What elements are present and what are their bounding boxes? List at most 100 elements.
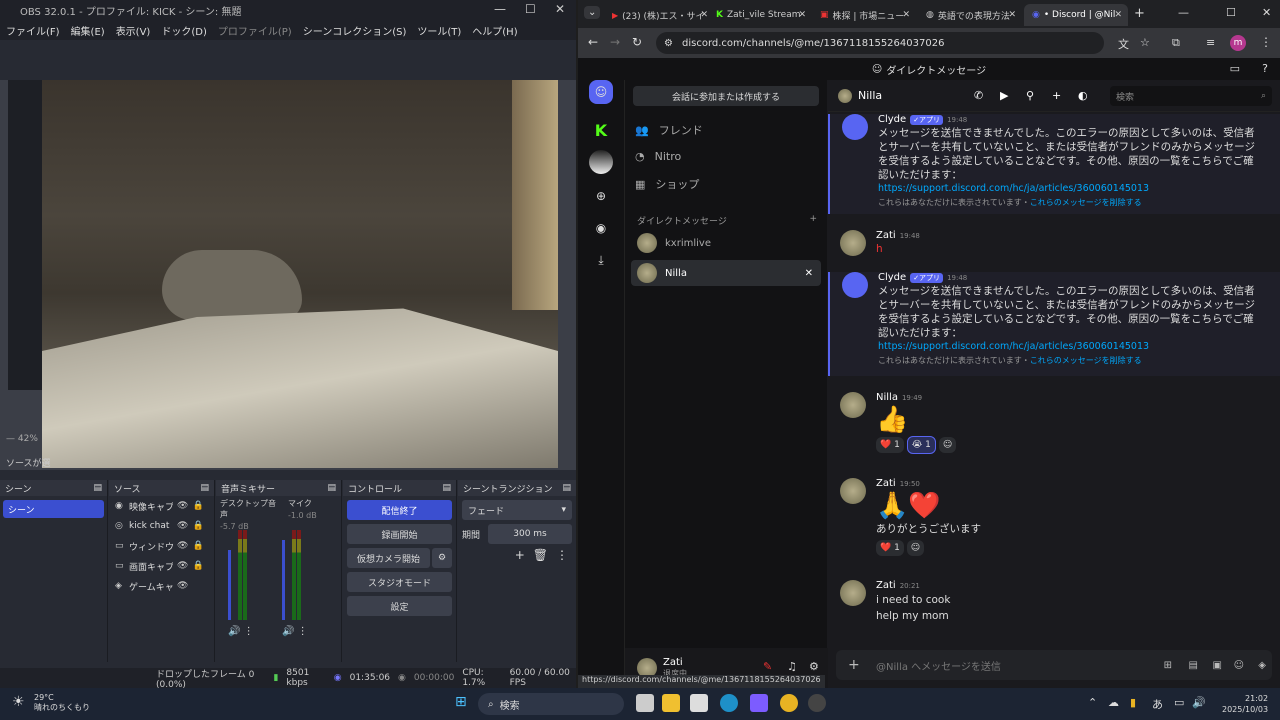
menu-file[interactable]: ファイル(F) — [6, 23, 60, 38]
source-item[interactable]: ▭画面キャプチ👁🔒 — [109, 556, 214, 576]
mic-icon[interactable]: ▮ — [1130, 696, 1136, 709]
lock-icon[interactable]: 🔒 — [192, 501, 203, 511]
scene-item[interactable]: シーン — [3, 500, 104, 518]
message-input[interactable]: + @Nilla へメッセージを送信 ⊞ ▤ ▣ ☺ ◈ — [836, 650, 1272, 680]
network-icon[interactable]: ▭ — [1174, 696, 1184, 709]
tab-kick[interactable]: K Zati_vile Stream ✕ — [708, 4, 812, 26]
url-input[interactable]: ⚙ discord.com/channels/@me/1367118155264… — [656, 32, 1104, 54]
more-icon[interactable]: ⋮ — [1260, 35, 1272, 49]
help-icon[interactable]: ? — [1262, 62, 1268, 75]
eye-icon[interactable]: 👁 — [177, 541, 188, 551]
dock-menu-icon[interactable]: ▤ — [562, 483, 571, 493]
tab-english[interactable]: ◍ 英語での表現方法 ✕ — [918, 4, 1022, 26]
nav-shop[interactable]: ▦ ショップ — [635, 176, 699, 192]
cloud-icon[interactable]: ☁ — [1108, 696, 1119, 709]
menu-profile[interactable]: プロファイル(P) — [218, 23, 292, 38]
gift-icon[interactable]: ⊞ — [1164, 660, 1172, 671]
weather-widget[interactable]: 29°C 晴れのちくもり — [34, 693, 90, 713]
lock-icon[interactable]: 🔒 — [192, 561, 203, 571]
menu-scene-collection[interactable]: シーンコレクション(S) — [303, 23, 407, 38]
star-icon[interactable]: ☆ — [1140, 36, 1150, 49]
speaker-icon[interactable]: 🔊 ⋮ — [282, 626, 308, 637]
add-icon[interactable]: + — [515, 548, 525, 562]
close-icon[interactable]: ✕ — [1262, 6, 1271, 19]
volume-fader[interactable] — [282, 540, 285, 620]
dm-item[interactable]: kxrimlive — [631, 230, 821, 256]
discover-icon[interactable]: ◉ — [589, 216, 613, 240]
add-reaction-icon[interactable]: ☺ — [938, 437, 957, 453]
start-virtual-camera-button[interactable]: 仮想カメラ開始 — [347, 548, 430, 568]
gif-icon[interactable]: ▤ — [1189, 660, 1198, 671]
add-reaction-icon[interactable]: ☺ — [906, 540, 925, 556]
minimize-icon[interactable]: — — [1178, 6, 1189, 19]
obs-icon[interactable] — [808, 694, 826, 712]
reaction[interactable]: ❤️ 1 — [876, 540, 904, 556]
taskbar-search[interactable]: ⌕ 検索 — [478, 693, 624, 715]
transition-select[interactable]: フェード ▾ — [462, 500, 572, 520]
ime-indicator[interactable]: あ — [1152, 696, 1163, 712]
support-link[interactable]: https://support.discord.com/hc/ja/articl… — [878, 340, 1258, 354]
tab-youtube[interactable]: ▶ (23) (株)エス・サイ ✕ — [604, 4, 714, 26]
eye-icon[interactable]: 👁 — [177, 521, 188, 531]
nav-nitro[interactable]: ◔ Nitro — [635, 150, 681, 163]
source-item[interactable]: ◈ゲームキャプチ👁 — [109, 576, 214, 596]
profile-icon[interactable]: ◐ — [1078, 89, 1088, 102]
chrome-icon[interactable] — [780, 694, 798, 712]
dm-item[interactable]: Nilla ✕ — [631, 260, 821, 286]
find-conversation-button[interactable]: 会話に参加または作成する — [633, 86, 819, 106]
studio-mode-button[interactable]: スタジオモード — [347, 572, 452, 592]
menu-tools[interactable]: ツール(T) — [417, 23, 461, 38]
file-explorer-icon[interactable] — [662, 694, 680, 712]
delete-messages-link[interactable]: これらのメッセージを削除する — [1030, 198, 1142, 207]
menu-help[interactable]: ヘルプ(H) — [472, 23, 517, 38]
add-dm-icon[interactable]: + — [809, 214, 817, 224]
add-friend-icon[interactable]: + — [1052, 89, 1061, 102]
eye-icon[interactable]: 👁 — [177, 581, 188, 591]
source-item[interactable]: ▭ウィンドウキャ👁🔒 — [109, 536, 214, 556]
clock[interactable]: 21:02 2025/10/03 — [1222, 693, 1268, 715]
maximize-icon[interactable]: ☐ — [1226, 6, 1236, 19]
tab-search-icon[interactable]: ⌄ — [584, 6, 601, 19]
search-input[interactable]: 検索 ⌕ — [1110, 86, 1272, 106]
sticker-icon[interactable]: ▣ — [1213, 660, 1222, 671]
menu-dock[interactable]: ドック(D) — [161, 23, 207, 38]
more-icon[interactable]: ⋮ — [556, 548, 568, 562]
trash-icon[interactable]: 🗑 — [533, 548, 548, 562]
add-attachment-icon[interactable]: + — [848, 657, 860, 673]
speaker-icon[interactable]: 🔊 ⋮ — [228, 626, 254, 637]
camera-preview[interactable] — [42, 80, 558, 468]
back-icon[interactable]: ← — [588, 35, 598, 49]
dock-menu-icon[interactable]: ▤ — [327, 483, 336, 493]
nav-friends[interactable]: 👥 フレンド — [635, 122, 703, 138]
start-recording-button[interactable]: 録画開始 — [347, 524, 452, 544]
dock-menu-icon[interactable]: ▤ — [200, 483, 209, 493]
maximize-icon[interactable]: ☐ — [525, 2, 536, 16]
media-icon[interactable]: ≡ — [1206, 36, 1215, 49]
gear-icon[interactable]: ⚙ — [432, 548, 452, 568]
weather-icon[interactable]: ☀ — [12, 694, 25, 710]
reaction[interactable]: ❤️ 1 — [876, 437, 904, 453]
tab-discord[interactable]: ◉ • Discord | @Nil ✕ — [1024, 4, 1128, 26]
store-icon[interactable] — [690, 694, 708, 712]
site-info-icon[interactable]: ⚙ — [664, 38, 673, 49]
activity-icon[interactable]: ◈ — [1258, 660, 1266, 671]
menu-edit[interactable]: 編集(E) — [71, 23, 105, 38]
stop-streaming-button[interactable]: 配信終了 — [347, 500, 452, 520]
translate-icon[interactable]: 文 — [1118, 36, 1129, 52]
eye-icon[interactable]: 👁 — [177, 501, 188, 511]
pin-icon[interactable]: ⚲ — [1026, 89, 1034, 102]
gear-icon[interactable]: ⚙ — [809, 660, 819, 673]
settings-button[interactable]: 設定 — [347, 596, 452, 616]
extensions-icon[interactable]: ⧉ — [1172, 36, 1180, 50]
chevron-up-icon[interactable]: ⌃ — [1088, 696, 1097, 709]
download-icon[interactable]: ⤓ — [589, 248, 613, 272]
call-icon[interactable]: ✆ — [974, 89, 983, 102]
menu-view[interactable]: 表示(V) — [116, 23, 151, 38]
kick-server-icon[interactable]: K — [589, 118, 613, 142]
close-icon[interactable]: ✕ — [555, 2, 565, 16]
video-icon[interactable]: ▶ — [1000, 89, 1008, 102]
add-server-icon[interactable]: ⊕ — [589, 184, 613, 208]
reaction[interactable]: 😭 1 — [906, 436, 936, 454]
emoji-icon[interactable]: ☺ — [1234, 660, 1244, 671]
server-avatar[interactable] — [589, 150, 613, 174]
